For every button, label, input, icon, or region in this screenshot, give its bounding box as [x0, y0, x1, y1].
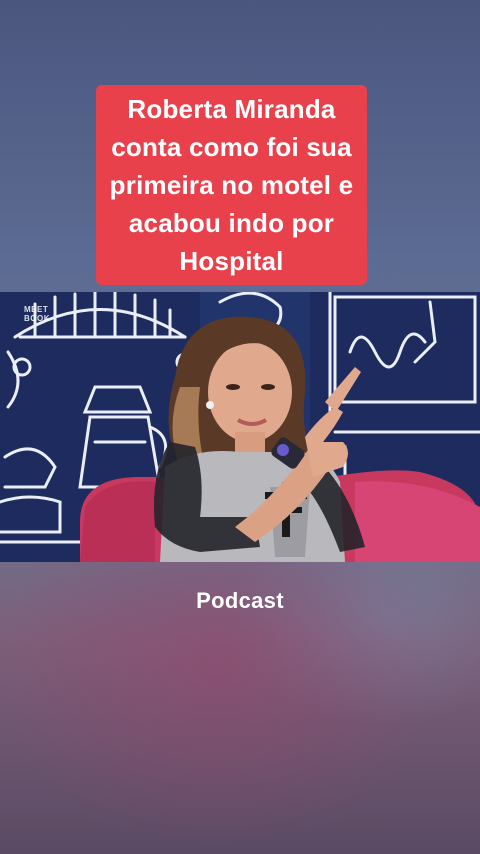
channel-watermark: MEET BOOK [24, 305, 50, 323]
caption-text: Roberta Miranda conta como foi sua prime… [109, 94, 354, 276]
video-frame [0, 292, 480, 562]
podcast-label: Podcast [196, 588, 284, 613]
video-player[interactable] [0, 292, 480, 562]
